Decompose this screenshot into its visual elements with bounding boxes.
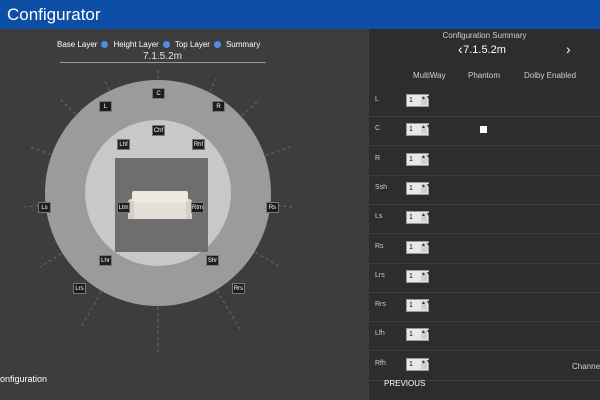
stepper-arrows-icon[interactable]: ▲▼ (421, 96, 431, 105)
stepper-arrows-icon[interactable]: ▲▼ (421, 213, 431, 223)
previous-button[interactable]: PREVIOUS (384, 379, 425, 388)
multiway-stepper[interactable]: 1 ▲▼ (406, 328, 431, 342)
stepper-value: 1 (409, 243, 413, 251)
speaker-Rrs[interactable]: Rrs (232, 283, 245, 294)
configuration-summary-panel: Configuration Summary ‹ 7.1.5.2m › Multi… (369, 29, 600, 400)
sofa-icon (128, 191, 192, 219)
speaker-Rhf[interactable]: Rhf (192, 139, 205, 150)
multiway-stepper[interactable]: 1 ▲▼ (406, 211, 431, 225)
table-row: Rfh 1 ▲▼ (369, 351, 600, 381)
stepper-arrows-icon[interactable]: ▲▼ (421, 154, 431, 164)
multiway-stepper[interactable]: 1 ▲▼ (406, 181, 431, 195)
channel-name: L (375, 96, 379, 103)
multiway-stepper[interactable]: 1 ▲▼ (406, 269, 431, 283)
app-title-bar: Configurator (0, 0, 600, 29)
multiway-stepper[interactable]: 1 ▲▼ (406, 240, 431, 254)
channel-label: Channe (572, 362, 600, 371)
app-title: Configurator (7, 5, 101, 24)
speaker-Ltm[interactable]: Ltm (117, 202, 130, 213)
header-phantom: Phantom (468, 71, 501, 80)
stepper-value: 1 (409, 272, 413, 280)
speaker-Lhf[interactable]: Lhf (117, 139, 130, 150)
channel-name: Rrs (375, 301, 386, 309)
table-row: Rrs 1 ▲▼ (369, 292, 600, 323)
speaker-R[interactable]: R (212, 101, 225, 112)
stepper-value: 1 (409, 331, 413, 339)
table-row: C 1 ▲▼ (369, 116, 600, 147)
speaker-L[interactable]: L (99, 101, 112, 112)
stepper-value: 1 (409, 97, 413, 104)
chevron-right-icon[interactable]: › (566, 41, 571, 57)
stepper-arrows-icon[interactable]: ▲▼ (421, 301, 431, 311)
table-row: Ssh 1 ▲▼ (369, 175, 600, 205)
stepper-value: 1 (409, 214, 413, 222)
table-row: L 1 ▲▼ (369, 87, 600, 117)
phantom-checkbox[interactable] (480, 126, 487, 134)
header-multiway: MultiWay (413, 71, 446, 80)
channel-name: R (375, 154, 381, 162)
stepper-value: 1 (409, 184, 413, 192)
channel-name: Rs (375, 242, 384, 250)
header-dolby-enabled: Dolby Enabled (524, 71, 577, 80)
stepper-arrows-icon[interactable]: ▲▼ (421, 125, 431, 135)
table-row: Ls 1 ▲▼ (369, 204, 600, 235)
speaker-Lhr[interactable]: Lhr (99, 255, 112, 266)
multiway-stepper[interactable]: 1 ▲▼ (406, 152, 431, 166)
stepper-arrows-icon[interactable]: ▲▼ (421, 271, 431, 281)
speaker-layout-panel: Base Layer Height Layer Top Layer Summar… (0, 29, 369, 400)
speaker-Ls[interactable]: Ls (38, 202, 51, 213)
stepper-arrows-icon[interactable]: ▲▼ (421, 183, 431, 193)
speaker-Rs[interactable]: Rs (266, 202, 279, 213)
summary-title: Configuration Summary (442, 31, 527, 40)
speaker-Rtm[interactable]: Rtm (191, 202, 204, 213)
stepper-value: 1 (409, 155, 413, 163)
stepper-arrows-icon[interactable]: ▲▼ (421, 359, 431, 369)
stepper-arrows-icon[interactable]: ▲▼ (421, 242, 431, 252)
speaker-Chf[interactable]: Chf (152, 125, 165, 136)
channel-name: Lrs (375, 271, 385, 279)
speaker-C[interactable]: C (152, 88, 165, 99)
stepper-arrows-icon[interactable]: ▲▼ (421, 330, 431, 340)
table-row: Rs 1 ▲▼ (369, 234, 600, 264)
table-row: R 1 ▲▼ (369, 146, 600, 176)
configuration-link[interactable]: onfiguration (0, 374, 47, 384)
stepper-value: 1 (409, 302, 413, 310)
speaker-Shr[interactable]: Shr (206, 255, 219, 266)
multiway-stepper[interactable]: 1 ▲▼ (406, 123, 431, 137)
channel-name: Lfh (375, 330, 385, 338)
speaker-Lrs[interactable]: Lrs (73, 283, 86, 294)
channel-name: Ls (375, 213, 383, 221)
multiway-stepper[interactable]: 1 ▲▼ (406, 357, 431, 371)
multiway-stepper[interactable]: 1 ▲▼ (406, 299, 431, 313)
multiway-stepper[interactable]: 1 ▲▼ (406, 94, 431, 107)
stepper-value: 1 (409, 126, 413, 134)
channel-name: Ssh (375, 183, 388, 191)
table-row: Lrs 1 ▲▼ (369, 263, 600, 293)
channel-name: C (375, 125, 381, 133)
channel-name: Rfh (375, 359, 386, 367)
stepper-value: 1 (409, 360, 413, 368)
table-row: Lfh 1 ▲▼ (369, 321, 600, 352)
